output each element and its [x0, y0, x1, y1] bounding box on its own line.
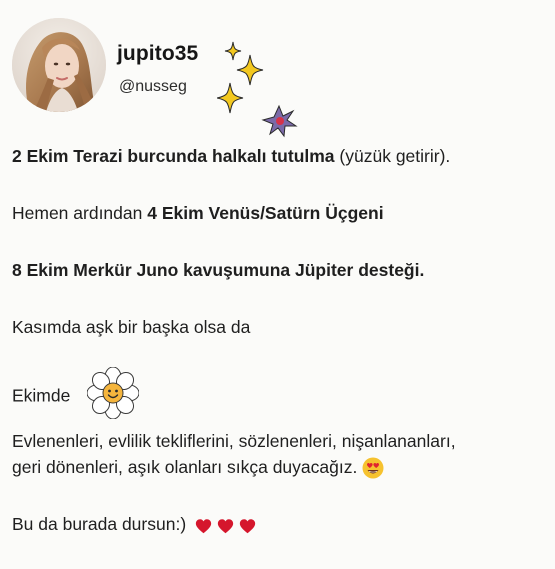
heart-eyes-emoji-icon [362, 457, 384, 479]
paragraph-engagements: Evlenenleri, evlilik tekliflerini, sözle… [12, 428, 547, 480]
eclipse-rest-text: (yüzük getirir). [334, 146, 451, 166]
venus-saturn-bold-text: 4 Ekim Venüs/Satürn Üçgeni [147, 203, 384, 223]
display-name[interactable]: jupito35 [117, 42, 198, 66]
user-handle[interactable]: @nusseg [119, 78, 187, 96]
engagements-line-1: Evlenenleri, evlilik tekliflerini, sözle… [12, 431, 456, 451]
post-header: jupito35 @nusseg [12, 18, 312, 138]
eclipse-bold-text: 2 Ekim Terazi burcunda halkalı tutulma [12, 146, 335, 166]
paragraph-venus-saturn: Hemen ardından 4 Ekim Venüs/Satürn Üçgen… [12, 200, 547, 226]
paragraph-closing: Bu da burada dursun:) [12, 511, 547, 538]
red-heart-icon [239, 519, 255, 534]
avatar[interactable] [12, 18, 106, 112]
post-body: 2 Ekim Terazi burcunda halkalı tutulma (… [12, 143, 547, 569]
paragraph-eclipse: 2 Ekim Terazi burcunda halkalı tutulma (… [12, 143, 547, 169]
paragraph-november: Kasımda aşk bir başka olsa da [12, 314, 547, 340]
smiling-flower-icon [87, 367, 140, 419]
sparkle-stars-icon [217, 41, 298, 138]
closing-text: Bu da burada dursun:) [12, 514, 187, 534]
red-heart-icon [217, 519, 234, 534]
red-heart-icon [195, 519, 212, 534]
venus-saturn-prefix: Hemen ardından [12, 203, 148, 223]
ekimde-text: Ekimde [12, 385, 71, 406]
hearts-group [195, 512, 256, 538]
paragraph-mercury-juno: 8 Ekim Merkür Juno kavuşumuna Jüpiter de… [12, 257, 547, 283]
mercury-juno-bold-text: 8 Ekim Merkür Juno kavuşumuna Jüpiter de… [12, 260, 425, 280]
avatar-image [12, 18, 106, 112]
paragraph-ekimde: Ekimde [12, 367, 547, 419]
november-text: Kasımda aşk bir başka olsa da [12, 317, 251, 337]
engagements-line-2: geri dönenleri, aşık olanları sıkça duya… [12, 457, 358, 477]
